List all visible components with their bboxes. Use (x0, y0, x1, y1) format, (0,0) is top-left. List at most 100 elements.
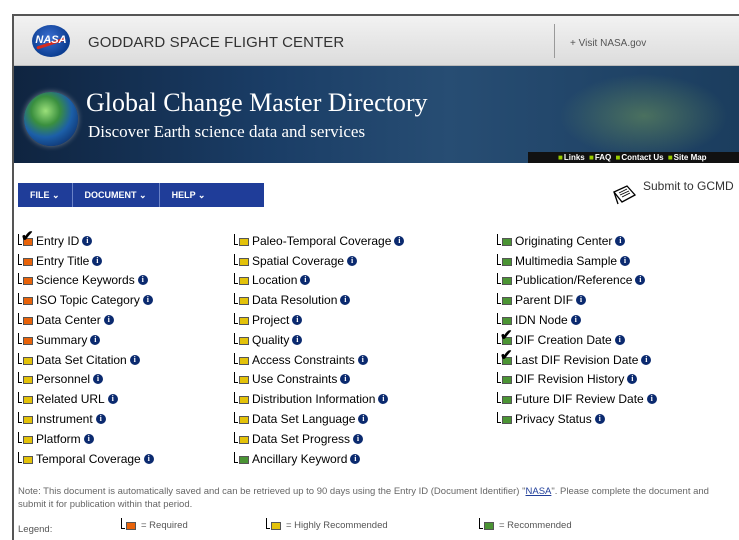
info-icon[interactable]: i (340, 295, 351, 306)
info-icon[interactable]: i (594, 414, 605, 425)
info-icon[interactable]: i (394, 235, 405, 246)
info-icon[interactable]: i (358, 414, 369, 425)
info-icon[interactable]: i (300, 275, 311, 286)
field-label[interactable]: Data Set Citation (36, 353, 127, 367)
field-label[interactable]: ISO Topic Category (36, 293, 140, 307)
field-parent-dif[interactable]: Parent DIF i (497, 290, 657, 310)
field-personnel[interactable]: Personnel i (18, 370, 154, 390)
info-icon[interactable]: i (82, 235, 93, 246)
info-icon[interactable]: i (129, 354, 140, 365)
field-originating-center[interactable]: Originating Center i (497, 231, 657, 251)
field-entry-id[interactable]: ✔ Entry ID i (18, 229, 154, 251)
field-label[interactable]: Data Resolution (252, 293, 337, 307)
field-instrument[interactable]: Instrument i (18, 409, 154, 429)
banner-link-sitemap[interactable]: Site Map (674, 153, 707, 162)
field-ancillary-keyword[interactable]: Ancillary Keyword i (234, 449, 404, 469)
info-icon[interactable]: i (90, 334, 101, 345)
field-label[interactable]: Ancillary Keyword (252, 452, 347, 466)
info-icon[interactable]: i (641, 354, 652, 365)
field-label[interactable]: Distribution Information (252, 392, 375, 406)
field-science-keywords[interactable]: Science Keywords i (18, 271, 154, 291)
info-icon[interactable]: i (93, 374, 104, 385)
field-iso-topic-category[interactable]: ISO Topic Category i (18, 290, 154, 310)
field-label[interactable]: Data Set Language (252, 412, 355, 426)
field-access-constraints[interactable]: Access Constraints i (234, 350, 404, 370)
info-icon[interactable]: i (635, 275, 646, 286)
field-label[interactable]: Entry Title (36, 254, 89, 268)
menu-help[interactable]: HELP ⌄ (160, 183, 218, 207)
info-icon[interactable]: i (292, 315, 303, 326)
field-paleo-temporal-coverage[interactable]: Paleo-Temporal Coverage i (234, 231, 405, 251)
info-icon[interactable]: i (143, 453, 154, 464)
info-icon[interactable]: i (292, 334, 303, 345)
field-label[interactable]: Data Center (36, 313, 101, 327)
field-label[interactable]: Science Keywords (36, 273, 135, 287)
info-icon[interactable]: i (92, 255, 103, 266)
info-icon[interactable]: i (614, 334, 625, 345)
field-data-set-citation[interactable]: Data Set Citation i (18, 350, 154, 370)
field-distribution-information[interactable]: Distribution Information i (234, 389, 404, 409)
info-icon[interactable]: i (620, 255, 631, 266)
field-location[interactable]: Location i (234, 271, 404, 291)
field-label[interactable]: Instrument (36, 412, 93, 426)
banner-link-faq[interactable]: FAQ (595, 153, 611, 162)
field-label[interactable]: Data Set Progress (252, 432, 350, 446)
info-icon[interactable]: i (137, 275, 148, 286)
banner-link-contact[interactable]: Contact Us (621, 153, 663, 162)
field-label[interactable]: Platform (36, 432, 81, 446)
menu-document[interactable]: DOCUMENT ⌄ (73, 183, 160, 207)
field-label[interactable]: Personnel (36, 372, 90, 386)
info-icon[interactable]: i (103, 315, 114, 326)
visit-nasa-link[interactable]: + Visit NASA.gov (570, 38, 646, 49)
field-label[interactable]: Multimedia Sample (515, 254, 617, 268)
field-label[interactable]: Originating Center (515, 234, 612, 248)
info-icon[interactable]: i (646, 394, 657, 405)
field-data-resolution[interactable]: Data Resolution i (234, 290, 404, 310)
entry-id-link[interactable]: NASA (526, 486, 552, 497)
field-spatial-coverage[interactable]: Spatial Coverage i (234, 251, 404, 271)
field-label[interactable]: Use Constraints (252, 372, 337, 386)
field-publication-reference[interactable]: Publication/Reference i (497, 271, 657, 291)
info-icon[interactable]: i (107, 394, 118, 405)
field-label[interactable]: Temporal Coverage (36, 452, 141, 466)
info-icon[interactable]: i (353, 433, 364, 444)
field-label[interactable]: Entry ID (36, 234, 79, 248)
field-project[interactable]: Project i (234, 310, 404, 330)
field-label[interactable]: Related URL (36, 392, 105, 406)
field-future-dif-review-date[interactable]: Future DIF Review Date i (497, 389, 657, 409)
info-icon[interactable]: i (83, 433, 94, 444)
field-temporal-coverage[interactable]: Temporal Coverage i (18, 449, 154, 469)
field-label[interactable]: Paleo-Temporal Coverage (252, 234, 391, 248)
field-summary[interactable]: Summary i (18, 330, 154, 350)
field-data-center[interactable]: Data Center i (18, 310, 154, 330)
field-label[interactable]: Access Constraints (252, 353, 355, 367)
field-label[interactable]: IDN Node (515, 313, 568, 327)
field-related-url[interactable]: Related URL i (18, 389, 154, 409)
menu-file[interactable]: FILE ⌄ (18, 183, 73, 207)
field-label[interactable]: Parent DIF (515, 293, 573, 307)
banner-link-links[interactable]: Links (564, 153, 585, 162)
field-entry-title[interactable]: Entry Title i (18, 251, 154, 271)
field-label[interactable]: Spatial Coverage (252, 254, 344, 268)
field-data-set-progress[interactable]: Data Set Progress i (234, 429, 404, 449)
field-dif-revision-history[interactable]: DIF Revision History i (497, 370, 657, 390)
info-icon[interactable]: i (378, 394, 389, 405)
field-label[interactable]: Quality (252, 333, 289, 347)
field-dif-creation-date[interactable]: ✔ DIF Creation Date i (497, 328, 657, 350)
info-icon[interactable]: i (95, 414, 106, 425)
info-icon[interactable]: i (347, 255, 358, 266)
field-label[interactable]: Last DIF Revision Date (515, 353, 638, 367)
field-privacy-status[interactable]: Privacy Status i (497, 409, 657, 429)
field-use-constraints[interactable]: Use Constraints i (234, 370, 404, 390)
field-label[interactable]: Publication/Reference (515, 273, 632, 287)
info-icon[interactable]: i (615, 235, 626, 246)
info-icon[interactable]: i (350, 453, 361, 464)
info-icon[interactable]: i (627, 374, 638, 385)
field-data-set-language[interactable]: Data Set Language i (234, 409, 404, 429)
nasa-logo[interactable]: NASA (32, 25, 70, 57)
field-multimedia-sample[interactable]: Multimedia Sample i (497, 251, 657, 271)
field-platform[interactable]: Platform i (18, 429, 154, 449)
field-label[interactable]: Location (252, 273, 297, 287)
info-icon[interactable]: i (570, 315, 581, 326)
info-icon[interactable]: i (576, 295, 587, 306)
